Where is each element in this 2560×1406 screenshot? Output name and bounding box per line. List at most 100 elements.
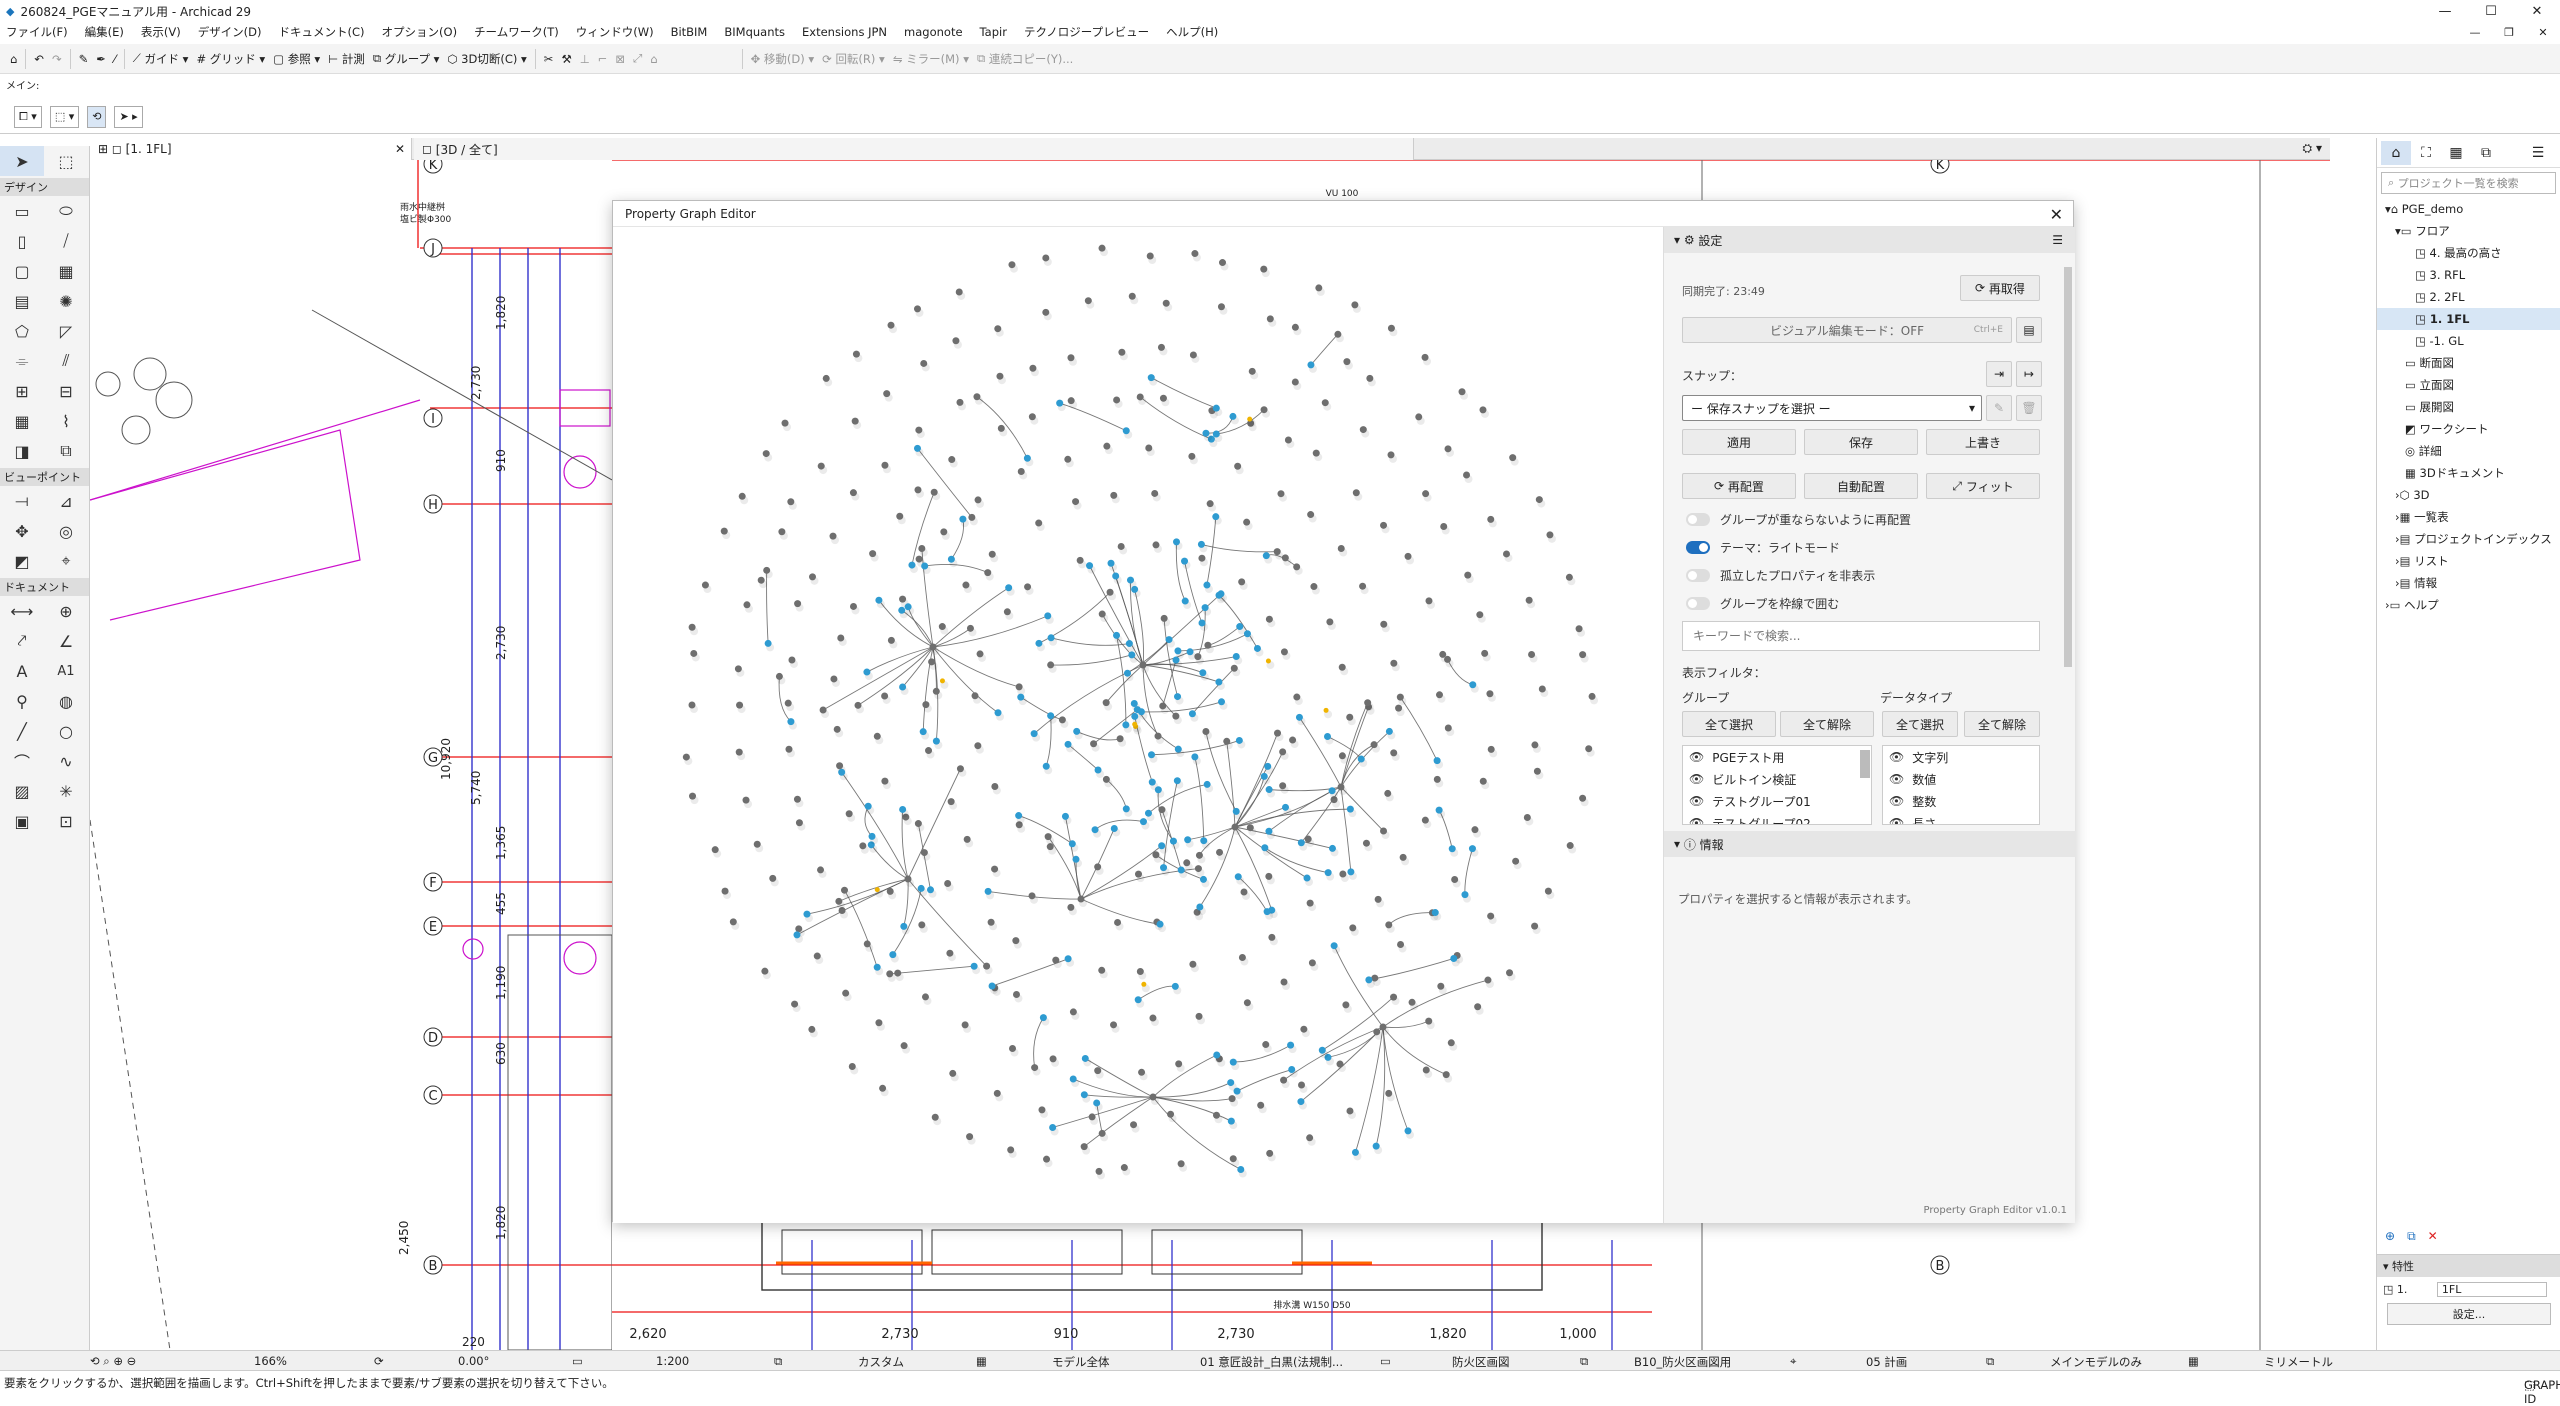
graph-node[interactable]: [879, 1084, 887, 1092]
graph-node[interactable]: [1408, 998, 1416, 1006]
menu-tapir[interactable]: Tapir: [980, 25, 1007, 39]
graph-node[interactable]: [1306, 899, 1314, 907]
graph-node[interactable]: [1243, 999, 1251, 1007]
graph-node[interactable]: [1422, 1066, 1430, 1074]
graph-node[interactable]: [1043, 1155, 1051, 1163]
graph-node[interactable]: [1195, 851, 1203, 859]
graph-node[interactable]: [962, 581, 970, 589]
graph-node[interactable]: [1136, 968, 1144, 976]
graph-node[interactable]: [886, 970, 894, 978]
graph-node[interactable]: [886, 887, 894, 895]
graph-node[interactable]: [914, 486, 922, 494]
graph-node[interactable]: [1159, 394, 1167, 402]
graph-node[interactable]: [1009, 1044, 1017, 1052]
cut-3d-button[interactable]: ⬡ 3D切断(C) ▾: [443, 47, 530, 71]
graph-node[interactable]: [1479, 406, 1487, 414]
graph-node[interactable]: [1253, 644, 1261, 652]
tab-floor-plan[interactable]: ⊞ ◻ [1. 1FL] ✕: [90, 138, 412, 160]
list-item[interactable]: 👁 長さ: [1883, 812, 2039, 824]
graph-node[interactable]: [984, 569, 992, 577]
fillet-icon[interactable]: ⌐: [594, 47, 612, 71]
tab-options-icon[interactable]: ⛭ ▾: [2303, 141, 2322, 156]
graph-node[interactable]: [1347, 868, 1355, 876]
graph-node[interactable]: [1110, 824, 1118, 832]
graph-node[interactable]: [1177, 866, 1185, 874]
graph-node[interactable]: [1384, 789, 1392, 797]
graph-node[interactable]: [1201, 604, 1209, 612]
graph-node[interactable]: [854, 701, 862, 709]
graph-node[interactable]: [1422, 490, 1430, 498]
tree-item-floor-1[interactable]: ◳ 1. 1FL: [2377, 308, 2560, 330]
graph-node[interactable]: [1165, 636, 1173, 644]
graph-node[interactable]: [1197, 540, 1205, 548]
dimension-icon[interactable]: ⟷: [0, 596, 44, 626]
graph-node[interactable]: [1172, 538, 1180, 546]
graph-node[interactable]: [1579, 651, 1587, 659]
graph-node[interactable]: [1266, 315, 1274, 323]
list-item[interactable]: 👁 PGEテスト用: [1683, 746, 1871, 768]
graph-node[interactable]: [1265, 786, 1273, 794]
graph-node[interactable]: [734, 665, 742, 673]
graph-node[interactable]: [864, 802, 872, 810]
graph-node[interactable]: [1102, 775, 1110, 783]
multicopy-button[interactable]: ⧉ 連続コピー(Y)...: [973, 47, 1077, 71]
graph-node[interactable]: [1291, 378, 1299, 386]
graph-node[interactable]: [1086, 562, 1094, 570]
graph-node[interactable]: [795, 925, 803, 933]
graph-node[interactable]: [1468, 845, 1476, 853]
graph-node[interactable]: [711, 846, 719, 854]
graph-node[interactable]: [1194, 865, 1202, 873]
graph-node[interactable]: [1509, 454, 1517, 462]
dialog-close-icon[interactable]: ✕: [2050, 205, 2063, 224]
graph-node[interactable]: [1379, 1023, 1387, 1031]
graph-node[interactable]: [1146, 252, 1154, 260]
graph-node[interactable]: [682, 753, 690, 761]
graph-node[interactable]: [1203, 581, 1211, 589]
graph-node[interactable]: [930, 488, 938, 496]
graph-node[interactable]: [955, 288, 963, 296]
graph-node[interactable]: [1228, 1095, 1236, 1103]
graph-node[interactable]: [889, 951, 897, 959]
tree-item-project-indexes[interactable]: › ▤ プロジェクトインデックス: [2377, 528, 2560, 550]
graph-node[interactable]: [1240, 888, 1248, 896]
graph-node[interactable]: [1351, 1148, 1359, 1156]
graph-node[interactable]: [764, 639, 772, 647]
graph-node[interactable]: [794, 600, 802, 608]
graph-node[interactable]: [1238, 578, 1246, 586]
graph-node[interactable]: [1035, 519, 1043, 527]
graph-node[interactable]: [1212, 430, 1220, 438]
graph-node[interactable]: [837, 634, 845, 642]
mirror-button[interactable]: ⇋ ミラー(M) ▾: [889, 47, 973, 71]
detail-icon[interactable]: ◩: [0, 546, 44, 576]
zoom-level[interactable]: 166%: [254, 1354, 287, 1368]
graph-node[interactable]: [778, 528, 786, 536]
reference-button[interactable]: ▢ 参照 ▾: [269, 47, 324, 71]
graph-node[interactable]: [1260, 772, 1268, 780]
graph-node[interactable]: [1125, 640, 1133, 648]
menu-window[interactable]: ウィンドウ(W): [576, 24, 654, 40]
graph-node[interactable]: [939, 678, 945, 684]
graph-node[interactable]: [1094, 766, 1102, 774]
graph-node[interactable]: [808, 1025, 816, 1033]
graph-node[interactable]: [900, 1042, 908, 1050]
graph-node[interactable]: [757, 576, 765, 584]
graph-node[interactable]: [875, 596, 883, 604]
graph-node[interactable]: [1337, 783, 1345, 791]
graph-node[interactable]: [1282, 803, 1290, 811]
graph-node[interactable]: [1117, 542, 1125, 550]
graph-node[interactable]: [721, 887, 729, 895]
graph-node[interactable]: [1008, 261, 1016, 269]
graph-node[interactable]: [836, 762, 844, 770]
graph-node[interactable]: [1003, 608, 1011, 616]
graph-node[interactable]: [966, 624, 974, 632]
graph-node[interactable]: [1469, 681, 1477, 689]
graph-node[interactable]: [1579, 794, 1587, 802]
settings-section-header[interactable]: ▾ ⚙ 設定 ☰: [1664, 227, 2075, 253]
graph-node[interactable]: [1421, 353, 1429, 361]
hotspot-icon[interactable]: ▨: [0, 776, 44, 806]
menu-tech-preview[interactable]: テクノロジープレビュー: [1024, 24, 1149, 40]
graph-node[interactable]: [1134, 996, 1142, 1004]
graph-node[interactable]: [1088, 1113, 1096, 1121]
graph-node[interactable]: [763, 566, 771, 574]
wall-icon[interactable]: ▭: [0, 196, 44, 226]
